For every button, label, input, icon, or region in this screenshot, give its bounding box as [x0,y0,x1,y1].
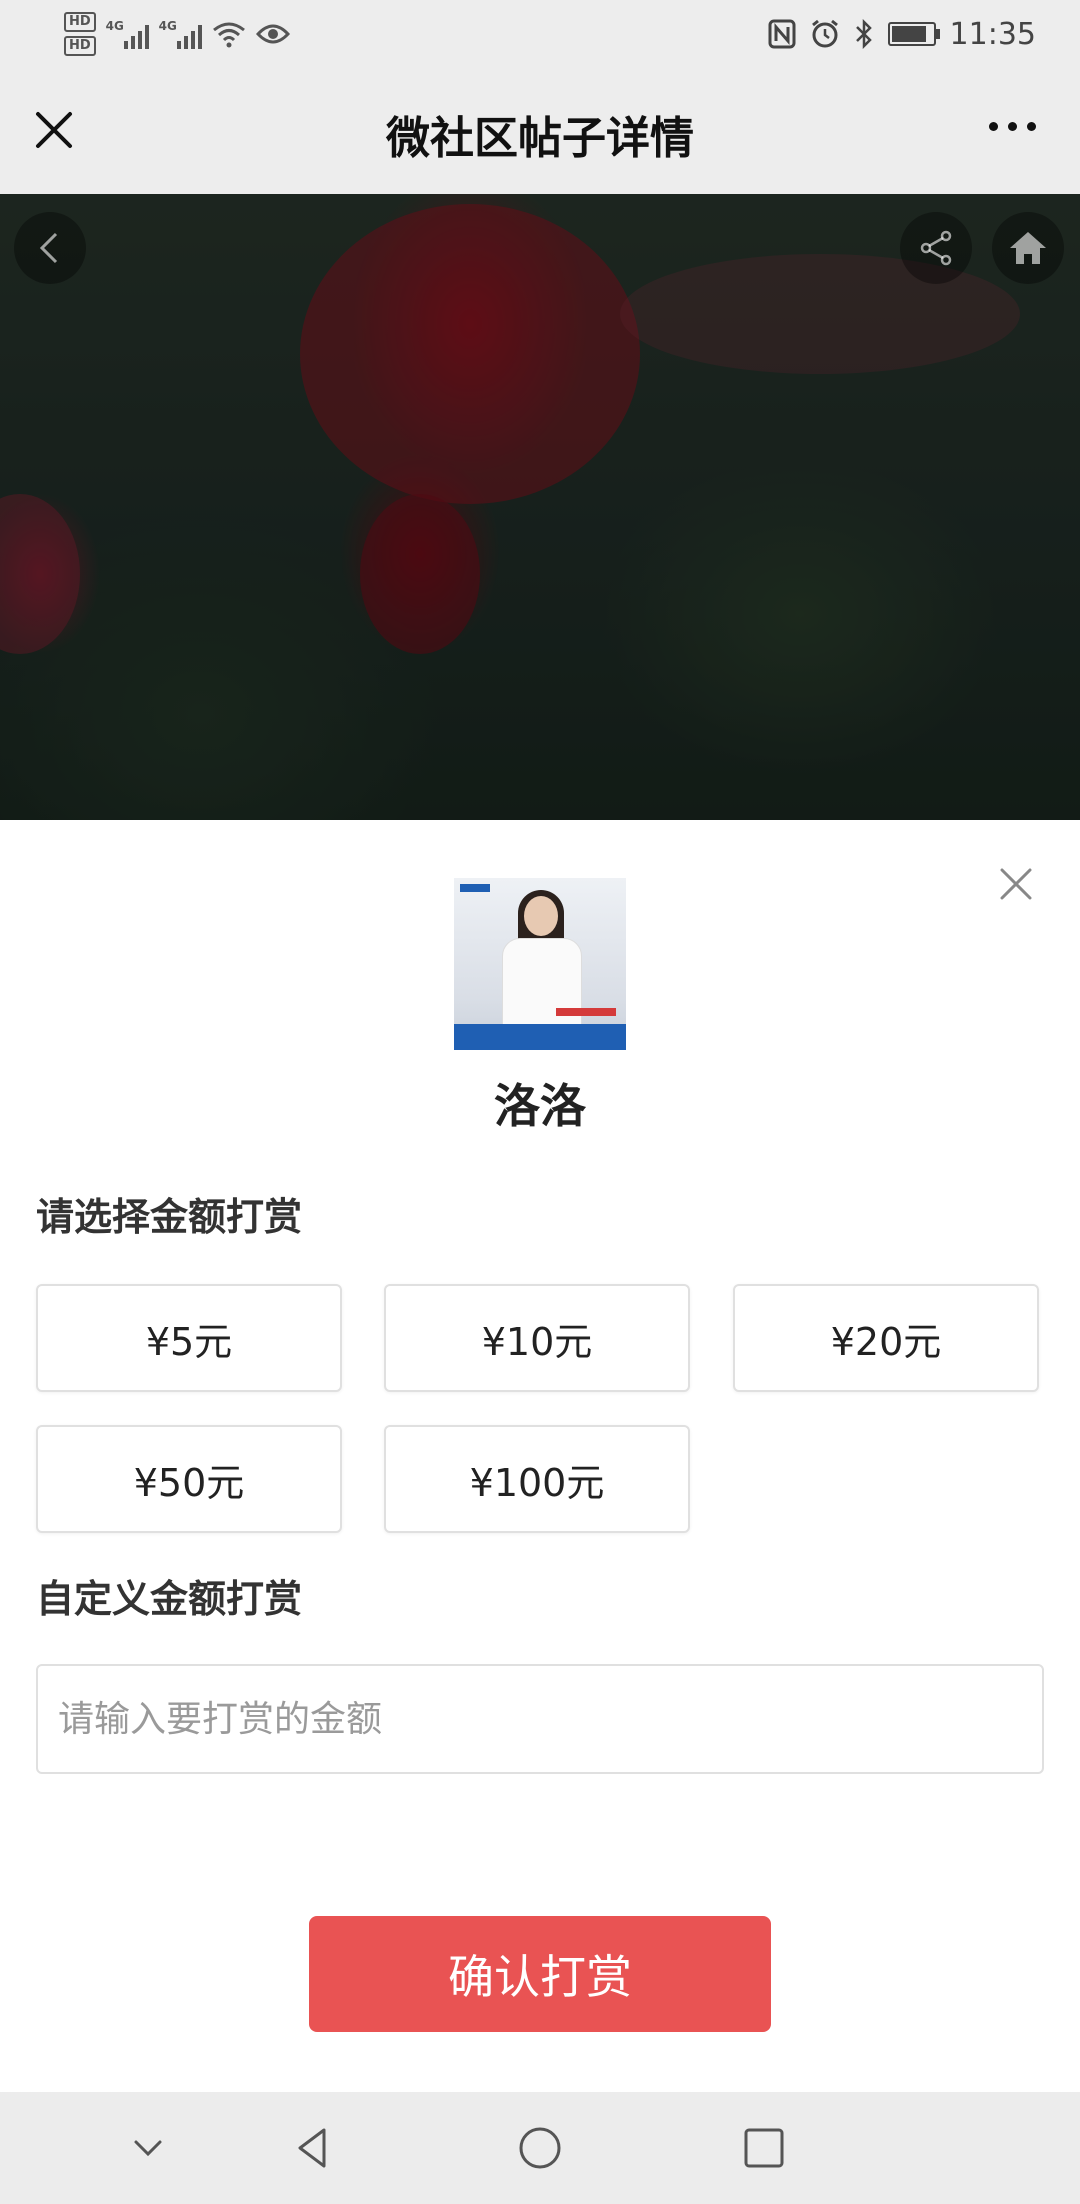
system-nav-bar [0,2092,1080,2204]
signal-icon: 4G [106,19,149,49]
eye-icon [255,24,290,44]
nav-home-icon[interactable] [514,2122,566,2174]
status-right: 11:35 [768,8,1036,60]
network-type: 4G [158,19,177,33]
hd-indicators: HD HD [64,12,96,56]
alarm-icon [811,19,838,48]
hd-badge: HD [64,12,96,32]
avatar [454,878,626,1050]
amount-option[interactable]: ¥5元 [36,1284,342,1392]
amount-option[interactable]: ¥20元 [733,1284,1039,1392]
close-icon[interactable] [996,864,1036,904]
network-type: 4G [105,19,124,33]
author-name: 洛洛 [494,1079,586,1133]
custom-amount-label: 自定义金额打赏 [36,1577,303,1621]
back-button[interactable] [14,212,86,284]
wifi-icon [212,22,245,48]
status-left: HD HD 4G 4G [64,8,290,60]
amount-option[interactable]: ¥50元 [36,1425,342,1533]
share-button[interactable] [900,212,972,284]
nav-back-icon[interactable] [288,2122,340,2174]
amount-option[interactable]: ¥10元 [384,1284,690,1392]
share-icon [920,230,952,266]
home-icon [1010,232,1046,264]
custom-amount-input[interactable] [36,1664,1044,1774]
title-bar: 微社区帖子详情 [0,66,1080,194]
confirm-reward-button[interactable]: 确认打赏 [309,1916,771,2032]
battery-fill [891,26,926,42]
nav-recents-icon[interactable] [738,2122,790,2174]
post-cover-image [0,194,1080,820]
signal-icon: 4G [159,19,202,49]
more-icon[interactable] [989,122,1036,131]
page-title: 微社区帖子详情 [386,113,694,164]
home-button[interactable] [992,212,1064,284]
bluetooth-icon [855,19,872,49]
amount-option[interactable]: ¥100元 [384,1425,690,1533]
status-time: 11:35 [949,16,1036,52]
status-bar: HD HD 4G 4G 11:35 [0,0,1080,66]
back-icon [39,232,58,264]
select-amount-label: 请选择金额打赏 [36,1195,303,1239]
battery-icon [887,22,940,46]
hd-badge: HD [64,36,96,56]
chevron-down-icon[interactable] [122,2122,174,2174]
nfc-icon [768,19,796,49]
